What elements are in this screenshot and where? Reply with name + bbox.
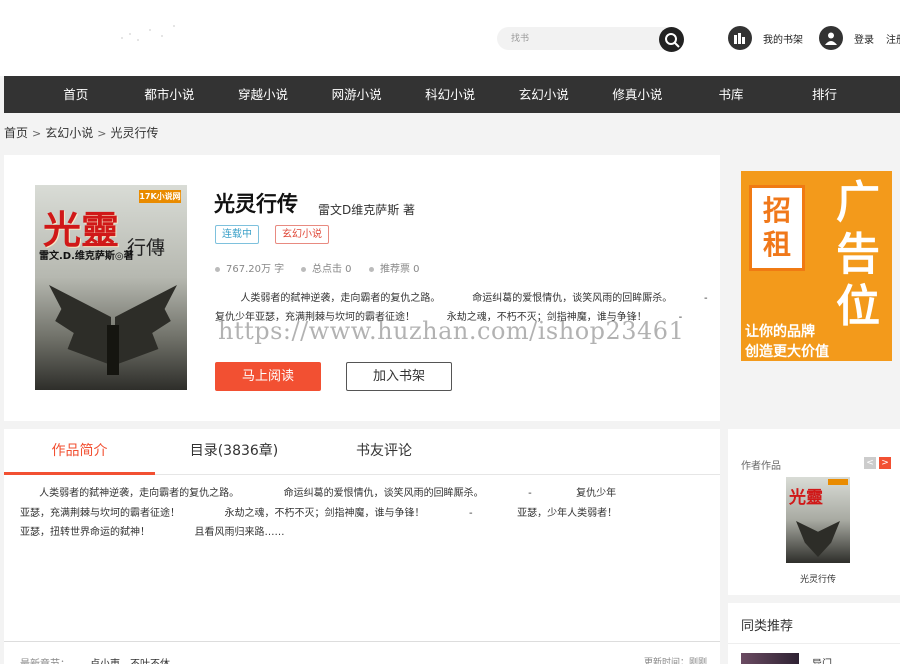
divider	[4, 641, 720, 642]
tab-catalog[interactable]: 目录(3836章)	[174, 429, 294, 475]
breadcrumb-home[interactable]: 首页	[4, 126, 28, 140]
nav-item-fantasy[interactable]: 玄幻小说	[497, 76, 591, 113]
search-input[interactable]	[511, 30, 651, 47]
intro-text: 人类弱者的弑神逆袭，走向霸者的复仇之路。 命运纠葛的爱恨情仇，谈笑风雨的回眸厮杀…	[20, 488, 618, 538]
ad-headline: 广 告 位	[829, 177, 887, 333]
cover-publisher-badge: 17K小说网	[139, 190, 181, 203]
ad-char: 位	[836, 281, 880, 332]
my-bookshelf-link[interactable]: 我的书架	[763, 31, 803, 46]
ad-slogan-line2: 创造更大价值	[745, 344, 829, 360]
cover-wing-right	[115, 285, 177, 365]
ad-char: 告	[836, 229, 880, 280]
latest-chapter-link[interactable]: 卢小東，不叶不休	[90, 655, 170, 664]
author-work-cover[interactable]: 光靈	[786, 477, 850, 563]
latest-chapter-label: 最新章节：	[20, 655, 70, 664]
breadcrumb-category[interactable]: 玄幻小说	[45, 126, 93, 140]
cover-figure	[107, 325, 119, 375]
cover-title: 光靈	[43, 207, 120, 252]
author-works-title: 作者作品	[741, 461, 781, 472]
cover-author: 雷文.D.维克萨斯◎著	[39, 251, 134, 262]
similar-books-panel: 同类推荐 异门	[728, 603, 900, 664]
next-arrow-icon[interactable]: >	[879, 457, 891, 469]
breadcrumb-separator: >	[97, 127, 107, 140]
update-time: 更新时间：刚刚	[644, 658, 708, 664]
nav-item-articles[interactable]: 文章	[871, 76, 900, 113]
main-nav: 首页 都市小说 穿越小说 网游小说 科幻小说 玄幻小说 修真小说 书库 排行 文…	[4, 76, 900, 113]
similar-book-name[interactable]: 异门	[812, 655, 832, 664]
breadcrumb-current[interactable]: 光灵行传	[110, 126, 158, 140]
similar-books-title: 同类推荐	[741, 619, 794, 634]
tab-bar: 作品简介 目录(3836章) 书友评论	[4, 429, 720, 475]
search-button[interactable]	[659, 27, 684, 52]
site-logo[interactable]	[108, 12, 188, 52]
nav-item-urban[interactable]: 都市小说	[123, 76, 217, 113]
nav-item-library[interactable]: 书库	[684, 76, 778, 113]
recommend-votes-stat: 推荐票 0	[369, 260, 420, 275]
ad-slogan-line1: 让你的品牌	[745, 324, 815, 340]
similar-book-thumbnail[interactable]	[741, 653, 799, 664]
bullet-icon	[215, 266, 220, 272]
book-cover[interactable]: 17K小说网 光靈 行傳 雷文.D.维克萨斯◎著	[35, 185, 187, 390]
nav-item-home[interactable]: 首页	[29, 76, 123, 113]
bullet-icon	[301, 266, 306, 272]
bullet-icon	[369, 266, 374, 272]
nav-item-online-game[interactable]: 网游小说	[310, 76, 404, 113]
breadcrumb: 首页 > 玄幻小说 > 光灵行传	[4, 124, 158, 141]
search-box	[497, 27, 683, 50]
nav-item-sci-fi[interactable]: 科幻小说	[403, 76, 497, 113]
login-link[interactable]: 登录	[854, 31, 874, 46]
divider	[728, 643, 900, 644]
watermark: https://www.huzhan.com/ishop23461	[218, 317, 685, 345]
ad-char: 广	[836, 177, 880, 228]
ad-rent-badge: 招 租	[749, 185, 805, 271]
book-title: 光灵行传	[214, 192, 298, 216]
ad-char: 租	[762, 228, 791, 261]
advertisement-banner[interactable]: 招 租 广 告 位 让你的品牌 创造更大价值	[741, 171, 892, 361]
nav-item-xianxia[interactable]: 修真小说	[591, 76, 685, 113]
logo-icon	[121, 25, 175, 41]
read-now-button[interactable]: 马上阅读	[215, 362, 321, 391]
recommend-votes: 推荐票 0	[380, 264, 420, 275]
genre-badge[interactable]: 玄幻小说	[275, 225, 329, 244]
total-clicks-stat: 总点击 0	[301, 260, 352, 275]
nav-item-time-travel[interactable]: 穿越小说	[216, 76, 310, 113]
book-author[interactable]: 雷文D维克萨斯 著	[318, 201, 415, 218]
user-icon[interactable]	[819, 26, 843, 50]
ad-char: 招	[762, 194, 791, 227]
tab-reviews[interactable]: 书友评论	[324, 429, 444, 475]
book-info-panel: 17K小说网 光靈 行傳 雷文.D.维克萨斯◎著 光灵行传 雷文D维克萨斯 著 …	[4, 155, 720, 421]
breadcrumb-separator: >	[32, 127, 42, 140]
author-works-panel: 作者作品 < > 光靈 光灵行传	[728, 429, 900, 595]
site-header: 我的书架 登录 注册	[0, 0, 900, 76]
nav-item-ranking[interactable]: 排行	[778, 76, 872, 113]
book-detail-tabs: 作品简介 目录(3836章) 书友评论 人类弱者的弑神逆袭，走向霸者的复仇之路。…	[4, 429, 720, 664]
search-icon	[664, 32, 680, 48]
cover-title: 光靈	[789, 488, 823, 508]
status-badge: 连载中	[215, 225, 259, 244]
word-count: 767.20万 字	[226, 264, 285, 275]
word-count-stat: 767.20万 字	[215, 260, 284, 275]
prev-arrow-icon[interactable]: <	[864, 457, 876, 469]
cover-wing-left	[49, 285, 111, 365]
total-clicks: 总点击 0	[312, 264, 352, 275]
author-work-name[interactable]: 光灵行传	[800, 572, 836, 585]
tab-intro[interactable]: 作品简介	[4, 429, 155, 475]
register-link[interactable]: 注册	[886, 31, 900, 46]
cover-badge	[828, 479, 848, 485]
cover-wing	[796, 521, 840, 557]
bookshelf-icon[interactable]	[728, 26, 752, 50]
add-to-shelf-button[interactable]: 加入书架	[346, 362, 452, 391]
